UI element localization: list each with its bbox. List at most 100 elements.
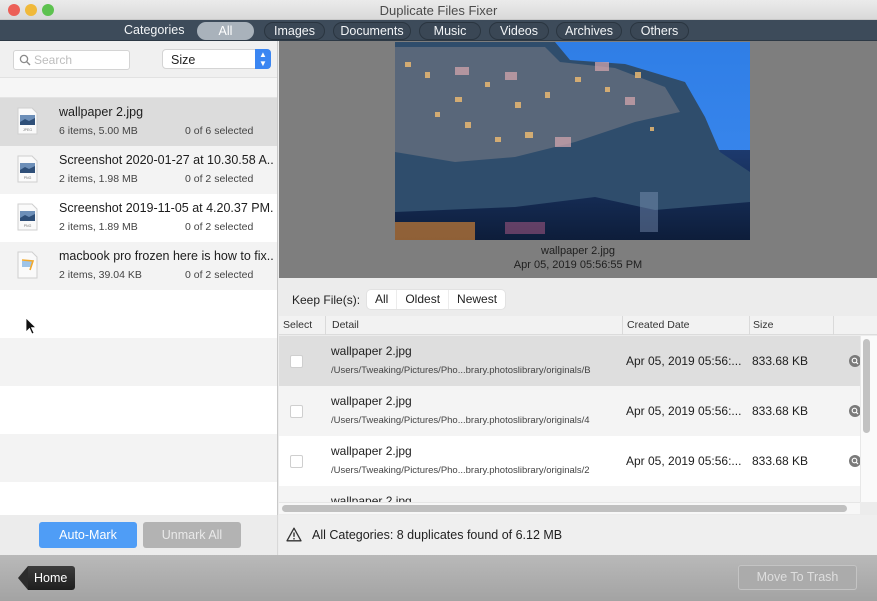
- back-arrow-icon: [18, 566, 28, 590]
- unmark-all-button[interactable]: Unmark All: [143, 522, 241, 548]
- sidebar-toolbar: Size ▲▼: [0, 41, 277, 78]
- png-file-icon: PNG: [17, 203, 38, 231]
- column-header-select[interactable]: Select: [283, 319, 312, 331]
- select-checkbox[interactable]: [290, 355, 303, 368]
- keep-newest-button[interactable]: Newest: [449, 290, 505, 309]
- auto-mark-button[interactable]: Auto-Mark: [39, 522, 137, 548]
- group-item[interactable]: JPEG wallpaper 2.jpg 6 items, 5.00 MB 0 …: [0, 98, 277, 146]
- tab-videos[interactable]: Videos: [489, 22, 549, 40]
- table-row[interactable]: wallpaper 2.jpg /Users/Tweaking/Pictures…: [279, 336, 860, 386]
- preview-file-name: wallpaper 2.jpg: [541, 245, 615, 257]
- group-selected-count: 0 of 2 selected: [185, 221, 254, 233]
- home-button-label: Home: [28, 566, 75, 590]
- column-header-size[interactable]: Size: [753, 319, 773, 331]
- file-size: 833.68 KB: [752, 404, 809, 418]
- duplicate-groups-panel: Size ▲▼ JPEG wallpaper 2.jpg 6 items, 5.…: [0, 41, 278, 515]
- file-path: /Users/Tweaking/Pictures/Pho...brary.pho…: [331, 465, 590, 476]
- keep-oldest-button[interactable]: Oldest: [397, 290, 450, 309]
- sort-select-value: Size: [171, 53, 196, 67]
- tab-all[interactable]: All: [197, 22, 254, 40]
- vertical-scrollbar-thumb[interactable]: [863, 339, 870, 433]
- table-row[interactable]: wallpaper 2.jpg /Users/Tweaking/Pictures…: [279, 436, 860, 486]
- horizontal-scrollbar-thumb[interactable]: [282, 505, 847, 512]
- group-info: 2 items, 1.89 MB: [59, 221, 138, 233]
- tab-images[interactable]: Images: [264, 22, 325, 40]
- group-name: Screenshot 2019-11-05 at 4.20.37 PM...: [59, 201, 274, 215]
- file-size: 833.68 KB: [752, 354, 809, 368]
- table-row[interactable]: wallpaper 2.jpg: [279, 486, 860, 502]
- column-divider[interactable]: [622, 316, 623, 335]
- file-name: wallpaper 2.jpg: [331, 344, 412, 358]
- column-header-created-date[interactable]: Created Date: [627, 319, 689, 331]
- group-name: wallpaper 2.jpg: [59, 105, 144, 119]
- table-row[interactable]: wallpaper 2.jpg /Users/Tweaking/Pictures…: [279, 386, 860, 436]
- created-date: Apr 05, 2019 05:56:...: [626, 454, 742, 468]
- empty-row: [0, 338, 277, 386]
- file-path: /Users/Tweaking/Pictures/Pho...brary.pho…: [331, 365, 591, 376]
- table-header: Select Detail Created Date Size: [279, 316, 877, 335]
- keep-files-segmented-control: All Oldest Newest: [367, 290, 506, 309]
- file-name: wallpaper 2.jpg: [331, 444, 412, 458]
- group-info: 6 items, 5.00 MB: [59, 125, 138, 137]
- tab-documents[interactable]: Documents: [333, 22, 411, 40]
- tab-music[interactable]: Music: [419, 22, 481, 40]
- svg-text:PNG: PNG: [24, 224, 32, 228]
- tab-archives[interactable]: Archives: [556, 22, 622, 40]
- categories-label: Categories: [124, 23, 185, 37]
- keep-all-button[interactable]: All: [367, 290, 398, 309]
- warning-icon: [286, 527, 302, 542]
- preview-image[interactable]: [395, 42, 750, 240]
- image-preview-pane: wallpaper 2.jpg Apr 05, 2019 05:56:55 PM: [279, 41, 877, 278]
- mouse-cursor-icon: [25, 317, 37, 335]
- group-name: Screenshot 2020-01-27 at 10.30.58 A...: [59, 153, 274, 167]
- empty-row: [0, 434, 277, 482]
- group-selected-count: 0 of 6 selected: [185, 125, 254, 137]
- column-divider[interactable]: [833, 316, 834, 335]
- tab-others[interactable]: Others: [630, 22, 689, 40]
- status-bar: All Categories: 8 duplicates found of 6.…: [279, 515, 877, 555]
- file-name: wallpaper 2.jpg: [331, 394, 412, 408]
- file-path: /Users/Tweaking/Pictures/Pho...brary.pho…: [331, 415, 590, 426]
- search-input[interactable]: [34, 52, 128, 68]
- search-icon: [19, 54, 31, 66]
- group-selected-count: 0 of 2 selected: [185, 173, 254, 185]
- doc-file-icon: [17, 251, 38, 279]
- window-title: Duplicate Files Fixer: [379, 3, 498, 18]
- sort-select[interactable]: Size ▲ ▼: [162, 49, 271, 69]
- select-checkbox[interactable]: [290, 405, 303, 418]
- group-item[interactable]: PNG Screenshot 2019-11-05 at 4.20.37 PM.…: [0, 194, 277, 242]
- jpg-file-icon: JPEG: [17, 107, 38, 135]
- column-divider[interactable]: [325, 316, 326, 335]
- search-field[interactable]: [13, 50, 130, 70]
- status-text: All Categories: 8 duplicates found of 6.…: [312, 528, 563, 542]
- select-checkbox[interactable]: [290, 455, 303, 468]
- preview-file-date: Apr 05, 2019 05:56:55 PM: [513, 259, 643, 271]
- title-bar: Duplicate Files Fixer: [0, 0, 877, 20]
- footer-bar: Home Move To Trash: [0, 555, 877, 601]
- column-divider[interactable]: [749, 316, 750, 335]
- group-selected-count: 0 of 2 selected: [185, 269, 254, 281]
- list-header-spacer: [0, 78, 277, 98]
- keep-files-bar: Keep File(s): All Oldest Newest: [279, 278, 877, 316]
- group-info: 2 items, 1.98 MB: [59, 173, 138, 185]
- created-date: Apr 05, 2019 05:56:...: [626, 354, 742, 368]
- group-name: macbook pro frozen here is how to fix...…: [59, 249, 274, 263]
- file-size: 833.68 KB: [752, 454, 809, 468]
- png-file-icon: PNG: [17, 155, 38, 183]
- magnify-preview-icon[interactable]: [849, 455, 860, 467]
- file-name: wallpaper 2.jpg: [331, 494, 412, 502]
- svg-text:PNG: PNG: [24, 176, 32, 180]
- created-date: Apr 05, 2019 05:56:...: [626, 404, 742, 418]
- mark-actions-bar: Auto-Mark Unmark All: [0, 515, 278, 555]
- magnify-preview-icon[interactable]: [849, 355, 860, 367]
- svg-text:JPEG: JPEG: [23, 128, 32, 132]
- group-item[interactable]: PNG Screenshot 2020-01-27 at 10.30.58 A.…: [0, 146, 277, 194]
- column-header-detail[interactable]: Detail: [332, 319, 359, 331]
- group-item[interactable]: macbook pro frozen here is how to fix...…: [0, 242, 277, 290]
- magnify-preview-icon[interactable]: [849, 405, 860, 417]
- duplicate-files-table: wallpaper 2.jpg /Users/Tweaking/Pictures…: [279, 336, 860, 502]
- keep-files-label: Keep File(s):: [292, 293, 361, 307]
- move-to-trash-button[interactable]: Move To Trash: [738, 565, 857, 590]
- chevron-up-down-icon: ▲ ▼: [255, 49, 271, 69]
- category-bar: Categories All Images Documents Music Vi…: [0, 20, 877, 41]
